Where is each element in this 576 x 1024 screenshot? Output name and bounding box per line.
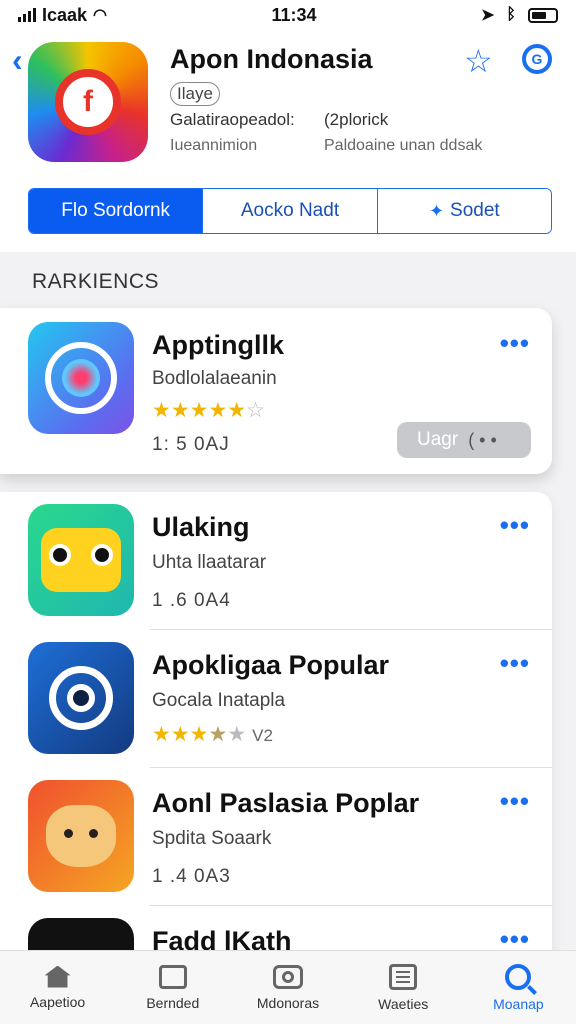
tab-box[interactable]: Bernded (115, 951, 230, 1024)
featured-stat: 1: 5 0AJ (152, 434, 230, 455)
segment-1-label: Flo Sordornk (61, 200, 171, 221)
tab-bar: Aapetioo Bernded Mdonoras Waeties Moanap (0, 950, 576, 1024)
tab-label: Bernded (146, 994, 200, 1011)
featured-sub: Bodlolalaeanin (152, 368, 277, 389)
location-icon: ➤ (480, 7, 495, 24)
app-icon: f (28, 42, 148, 162)
camera-lens-icon (28, 642, 134, 754)
tab-list[interactable]: Waeties (346, 951, 461, 1024)
get-button[interactable]: Uagr ( • • (397, 422, 531, 458)
tab-label: Waeties (378, 995, 429, 1012)
app-list: Ulaking Uhta llaatarar 1 .6 0A4 ••• Apok… (0, 492, 552, 952)
camera-icon (273, 964, 303, 989)
bluetooth-icon: ᛒ (506, 6, 516, 23)
app-rating: ★★★★★ V2 (152, 722, 273, 747)
rating-stars: ★★★★★ (152, 399, 247, 422)
app-stat: 1 .6 0A4 (152, 590, 231, 611)
app-sub: Uhta llaatarar (152, 552, 267, 573)
fox-icon (28, 780, 134, 892)
status-right: ➤ ᛒ (481, 5, 558, 25)
app-name: Aonl Paslasia Poplar (152, 788, 420, 818)
app-sub: Spdita Soaark (152, 828, 272, 849)
app-title: Apon Indonasia (170, 44, 373, 74)
featured-card[interactable]: Apptingllk Bodlolalaeanin ★★★★★☆ 1: 5 0A… (0, 308, 552, 474)
bird-icon: ✦ (428, 200, 445, 221)
more-options-icon[interactable]: ••• (500, 328, 530, 359)
wifi-icon: ◠ (93, 7, 108, 24)
loading-icon: ( • • (468, 429, 497, 450)
list-item[interactable]: Aonl Paslasia Poplar Spdita Soaark 1 .4 … (0, 768, 552, 906)
app-header: ‹ f Apon Indonasia Ilaye Galatiraopeadol… (0, 30, 576, 252)
status-time: 11:34 (271, 4, 317, 25)
status-bar: Icaak ◠ 11:34 ➤ ᛒ (0, 0, 576, 30)
list-item[interactable]: Ulaking Uhta llaatarar 1 .6 0A4 ••• (0, 492, 552, 630)
segment-3[interactable]: ✦ Sodet (377, 189, 551, 233)
people-icon (28, 918, 134, 952)
share-icon[interactable]: G (522, 44, 552, 74)
search-icon (505, 963, 532, 990)
app-name: Fadd lKath (152, 926, 292, 952)
segmented-control: Flo Sordornk Aocko Nadt ✦ Sodet (28, 188, 552, 234)
tab-camera[interactable]: Mdonoras (230, 951, 345, 1024)
list-item[interactable]: Apokligaa Popular Gocala Inatapla ★★★★★ V… (0, 630, 552, 768)
carrier-label: Icaak (42, 4, 88, 25)
segment-1[interactable]: Flo Sordornk (29, 189, 204, 233)
list-item[interactable]: Fadd lKath ••• (0, 906, 552, 952)
app-meta-1: Galatiraopeadol: (170, 110, 295, 129)
chat-bubble-icon (28, 322, 134, 434)
tab-label: Moanap (493, 995, 544, 1012)
rating-half-star: ★ (208, 723, 228, 746)
segment-2[interactable]: Aocko Nadt (203, 189, 378, 233)
battery-icon (527, 7, 558, 23)
more-options-icon[interactable]: ••• (500, 648, 530, 679)
list-icon (389, 963, 418, 990)
app-sub: Gocala Inatapla (152, 690, 286, 711)
app-name: Apokligaa Popular (152, 650, 390, 680)
tab-label: Mdonoras (256, 994, 320, 1011)
rating-stars: ★★★ (152, 723, 209, 746)
rating-empty-star: ★ (227, 723, 247, 746)
rating-value: V2 (252, 726, 273, 745)
app-name: Ulaking (152, 512, 250, 542)
segment-3-label: Sodet (450, 200, 500, 221)
app-meta-4: Paldoaine unan ddsak (324, 137, 483, 154)
app-stat: 1 .4 0A3 (152, 866, 231, 887)
star-icon[interactable]: ☆ (464, 42, 493, 80)
get-button-label: Uagr (417, 429, 459, 450)
signal-icon (18, 8, 36, 22)
tab-search[interactable]: Moanap (461, 951, 576, 1024)
more-options-icon[interactable]: ••• (500, 510, 530, 541)
section-title: RARKIENCS (32, 270, 160, 293)
chevron-left-icon[interactable]: ‹ (12, 42, 23, 79)
app-meta-2: (2plorick (324, 110, 389, 129)
app-subtitle: Ilaye (170, 82, 220, 106)
more-options-icon[interactable]: ••• (500, 924, 530, 952)
tab-label: Aapetioo (29, 993, 86, 1010)
status-left: Icaak ◠ (18, 5, 107, 26)
chat-face-icon (28, 504, 134, 616)
tab-home[interactable]: Aapetioo (0, 951, 115, 1024)
featured-rating: ★★★★★☆ (152, 398, 265, 423)
segment-2-label: Aocko Nadt (240, 200, 340, 221)
box-icon (158, 964, 187, 989)
more-options-icon[interactable]: ••• (500, 786, 530, 817)
app-meta-3: Iueannimion (170, 137, 258, 154)
home-icon (44, 965, 71, 988)
rating-empty-star: ☆ (246, 399, 265, 422)
app-logo-icon: f (55, 69, 121, 135)
featured-name: Apptingllk (152, 330, 284, 360)
